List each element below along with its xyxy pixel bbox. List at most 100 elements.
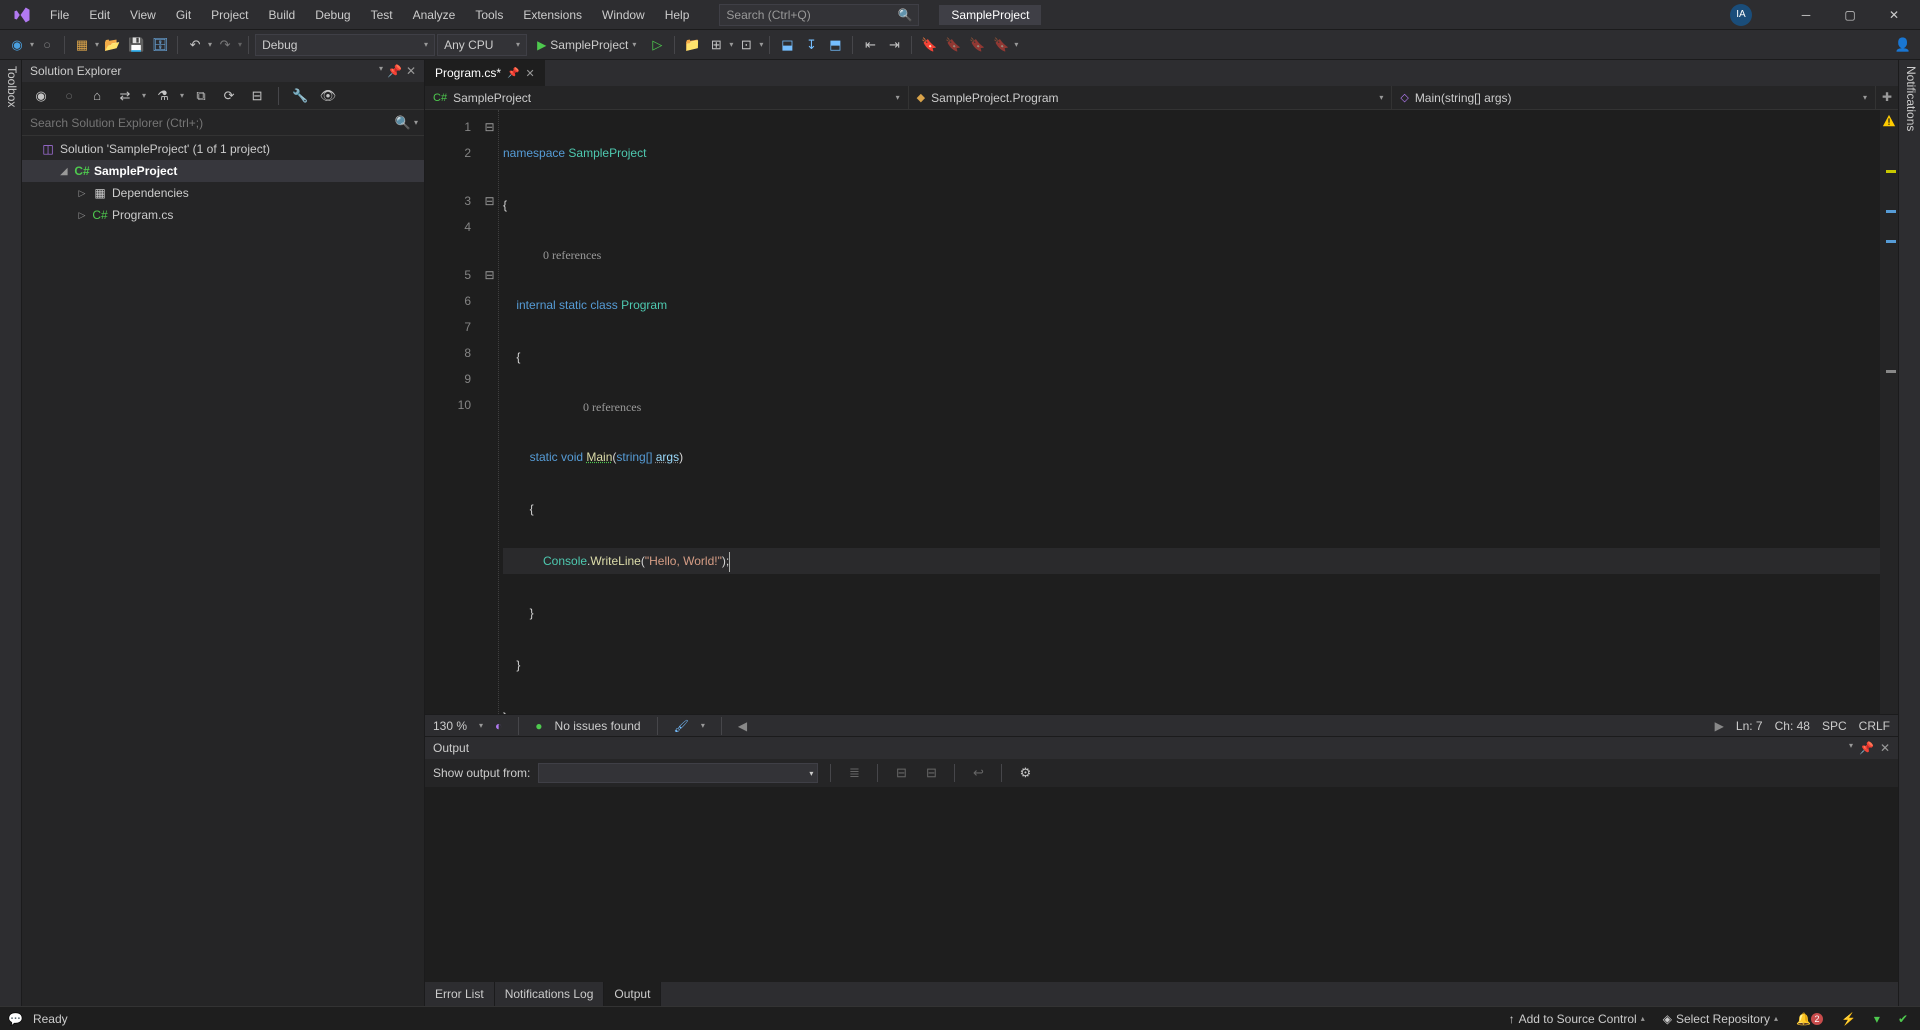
account-avatar[interactable]: IA	[1730, 4, 1752, 26]
output-toggle-icon-1[interactable]: ⊟	[890, 762, 912, 784]
panel-close-icon[interactable]: ✕	[1880, 741, 1890, 755]
status-icon-1[interactable]: ⚡	[1837, 1012, 1860, 1026]
se-sync-icon[interactable]: ⧉	[190, 85, 212, 107]
tb-icon-3-dropdown[interactable]: ▾	[759, 40, 763, 49]
solution-explorer-search[interactable]: 🔍 ▾	[22, 110, 424, 136]
output-tools-icon[interactable]: ⚙	[1014, 762, 1036, 784]
code-editor[interactable]: 1 2 3 4 5 6 7 8 9 10 ⊟ ⊟ ⊟ name	[425, 110, 1898, 714]
tb-step-icon-1[interactable]: ⬓	[776, 34, 798, 56]
expand-icon[interactable]: ▷	[76, 188, 88, 199]
search-icon[interactable]: 🔍	[392, 112, 414, 134]
bookmark-icon-1[interactable]: 🔖	[918, 34, 940, 56]
expand-icon[interactable]: ▷	[76, 210, 88, 221]
new-project-button[interactable]: ▦	[71, 34, 93, 56]
tb-icon-1[interactable]: 📁	[681, 34, 703, 56]
toolbox-tab[interactable]: Toolbox	[0, 60, 22, 1006]
search-options-icon[interactable]: ▾	[414, 118, 424, 127]
codelens-references[interactable]: 0 references	[503, 396, 1880, 418]
solution-platform-combo[interactable]: Any CPU▾	[437, 34, 527, 56]
output-clear-icon[interactable]: ≣	[843, 762, 865, 784]
start-dropdown-icon[interactable]: ▾	[632, 40, 636, 49]
live-share-button[interactable]: 👤	[1892, 34, 1914, 56]
se-switch-view-icon[interactable]: ⇄	[114, 85, 136, 107]
select-repository-button[interactable]: ◈ Select Repository ▴	[1659, 1012, 1782, 1026]
tree-file-node[interactable]: ▷ C# Program.cs	[22, 204, 424, 226]
bottom-tab-error-list[interactable]: Error List	[425, 982, 495, 1006]
menu-edit[interactable]: Edit	[79, 4, 120, 26]
pin-icon[interactable]: 📌	[507, 68, 519, 79]
menu-analyze[interactable]: Analyze	[403, 4, 466, 26]
se-properties-icon[interactable]: 🔧	[289, 85, 311, 107]
close-icon[interactable]: ✕	[525, 67, 534, 80]
start-without-debugging-button[interactable]: ▷	[646, 34, 668, 56]
bookmark-icon-2[interactable]: 🔖	[942, 34, 964, 56]
new-project-dropdown-icon[interactable]: ▾	[95, 40, 99, 49]
se-refresh-icon[interactable]: ⟳	[218, 85, 240, 107]
panel-menu-icon[interactable]: ▾	[379, 64, 383, 78]
se-home-icon[interactable]: ⌂	[86, 85, 108, 107]
nav-project-combo[interactable]: C# SampleProject ▾	[425, 86, 909, 109]
redo-dropdown-icon[interactable]: ▾	[238, 40, 242, 49]
menu-test[interactable]: Test	[361, 4, 403, 26]
se-filter-icon[interactable]: ⚗	[152, 85, 174, 107]
window-minimize-button[interactable]: ─	[1784, 0, 1828, 30]
brush-dropdown-icon[interactable]: ▾	[701, 721, 705, 730]
save-button[interactable]: 💾	[125, 34, 147, 56]
se-switch-view-dropdown[interactable]: ▾	[142, 91, 146, 100]
nav-class-combo[interactable]: ◆ SampleProject.Program ▾	[909, 86, 1393, 109]
bookmark-icon-3[interactable]: 🔖	[966, 34, 988, 56]
line-ending[interactable]: CRLF	[1859, 719, 1890, 733]
menu-help[interactable]: Help	[655, 4, 700, 26]
menu-git[interactable]: Git	[166, 4, 201, 26]
bottom-tab-notifications-log[interactable]: Notifications Log	[495, 982, 605, 1006]
expand-icon[interactable]: ◢	[58, 166, 70, 177]
nav-back-dropdown-icon[interactable]: ▾	[30, 40, 34, 49]
fold-toggle-icon[interactable]: ⊟	[481, 114, 498, 140]
menu-tools[interactable]: Tools	[465, 4, 513, 26]
zoom-dropdown-icon[interactable]: ▾	[479, 721, 483, 730]
solution-config-combo[interactable]: Debug▾	[255, 34, 435, 56]
tree-dependencies-node[interactable]: ▷ ▦ Dependencies	[22, 182, 424, 204]
scroll-right-icon[interactable]: ▶	[1715, 719, 1724, 733]
zoom-level[interactable]: 130 %	[433, 719, 467, 733]
se-preview-icon[interactable]: 👁	[317, 85, 339, 107]
add-source-control-button[interactable]: ↑ Add to Source Control ▴	[1505, 1012, 1649, 1026]
panel-pin-icon[interactable]: 📌	[1859, 741, 1874, 755]
se-collapse-icon[interactable]: ⊟	[246, 85, 268, 107]
undo-dropdown-icon[interactable]: ▾	[208, 40, 212, 49]
chat-icon[interactable]: 💬	[8, 1012, 23, 1026]
nav-member-combo[interactable]: ◇ Main(string[] args) ▾	[1392, 86, 1876, 109]
se-filter-dropdown[interactable]: ▾	[180, 91, 184, 100]
panel-pin-icon[interactable]: 📌	[387, 64, 402, 78]
tb-indent-icon-2[interactable]: ⇥	[883, 34, 905, 56]
tb-step-icon-3[interactable]: ⬒	[824, 34, 846, 56]
menu-extensions[interactable]: Extensions	[513, 4, 592, 26]
output-wrap-icon[interactable]: ↩	[967, 762, 989, 784]
menu-file[interactable]: File	[40, 4, 79, 26]
fold-toggle-icon[interactable]: ⊟	[481, 188, 498, 214]
redo-button[interactable]: ↷	[214, 34, 236, 56]
code-body[interactable]: namespace SampleProject { 0 references i…	[499, 110, 1880, 714]
indent-mode[interactable]: SPC	[1822, 719, 1847, 733]
solution-explorer-search-input[interactable]	[22, 110, 392, 135]
tree-solution-node[interactable]: ◫ Solution 'SampleProject' (1 of 1 proje…	[22, 138, 424, 160]
status-icon-3[interactable]: ✔	[1894, 1012, 1912, 1026]
bookmark-dropdown-icon[interactable]: ▾	[1014, 40, 1018, 49]
start-debugging-button[interactable]: ▶ SampleProject ▾	[529, 34, 644, 56]
brush-icon[interactable]: 🖌	[674, 719, 689, 733]
window-close-button[interactable]: ✕	[1872, 0, 1916, 30]
tb-step-icon-2[interactable]: ↧	[800, 34, 822, 56]
nav-back-button[interactable]: ◉	[6, 34, 28, 56]
toggle-icon[interactable]: ◐	[495, 719, 502, 733]
menu-debug[interactable]: Debug	[305, 4, 360, 26]
quick-launch-search[interactable]: Search (Ctrl+Q) 🔍	[719, 4, 919, 26]
tb-icon-3[interactable]: ⊡	[735, 34, 757, 56]
se-back-icon[interactable]: ◉	[30, 85, 52, 107]
tb-icon-2[interactable]: ⊞	[705, 34, 727, 56]
notifications-button[interactable]: 🔔 2	[1792, 1012, 1827, 1026]
undo-button[interactable]: ↶	[184, 34, 206, 56]
panel-close-icon[interactable]: ✕	[406, 64, 416, 78]
nav-forward-button[interactable]: ○	[36, 34, 58, 56]
window-maximize-button[interactable]: ▢	[1828, 0, 1872, 30]
overview-ruler[interactable]	[1880, 110, 1898, 714]
